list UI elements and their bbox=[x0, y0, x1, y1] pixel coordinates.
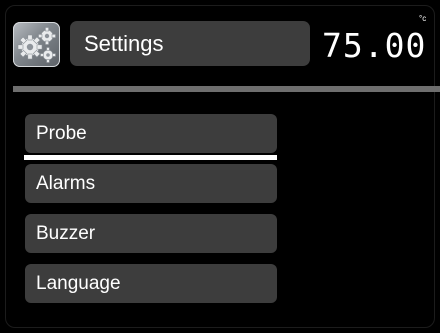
menu-item-buzzer[interactable]: Buzzer bbox=[25, 214, 277, 253]
page-title: Settings bbox=[70, 21, 310, 66]
temperature-readout: 75.00 bbox=[322, 26, 427, 65]
menu-item-probe[interactable]: Probe bbox=[25, 114, 277, 153]
menu-item-alarms[interactable]: Alarms bbox=[25, 164, 277, 203]
gears-icon-graphic bbox=[17, 27, 56, 63]
gears-icon[interactable] bbox=[13, 22, 60, 67]
menu-item-language[interactable]: Language bbox=[25, 264, 277, 303]
header-divider bbox=[13, 86, 440, 92]
temperature-unit: °c bbox=[419, 14, 427, 23]
selection-indicator bbox=[24, 155, 277, 160]
